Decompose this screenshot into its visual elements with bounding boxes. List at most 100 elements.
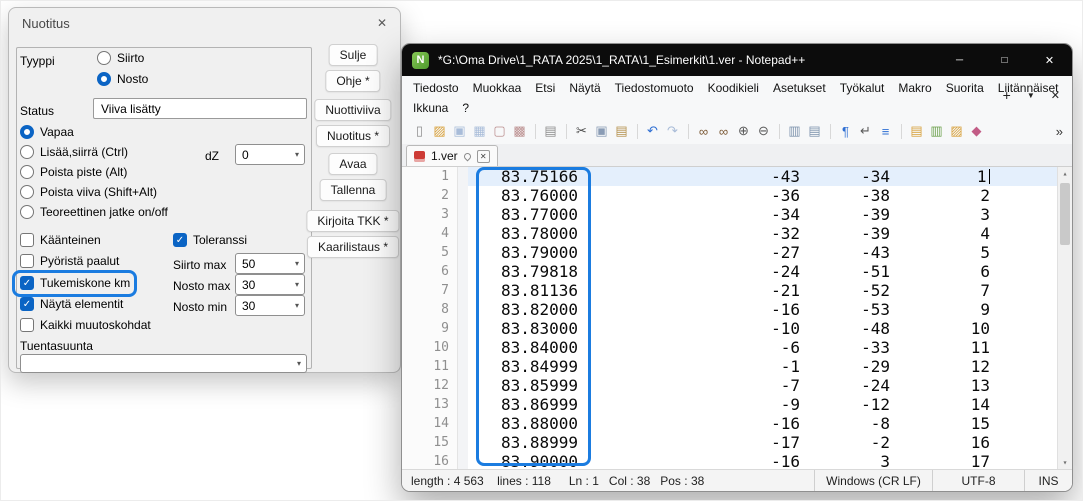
editor-line[interactable]: 83.79000-27-435 <box>468 243 1057 262</box>
editor-line[interactable]: 83.90000-16317 <box>468 452 1057 469</box>
ohje-button[interactable]: Ohje * <box>325 70 380 92</box>
editor-line[interactable]: 83.78000-32-394 <box>468 224 1057 243</box>
menu-item-suorita[interactable]: Suorita <box>939 81 991 95</box>
menu-item-etsi[interactable]: Etsi <box>528 81 562 95</box>
editor-line[interactable]: 83.84999-1-2912 <box>468 357 1057 376</box>
editor-text-area[interactable]: 83.75166-43-34183.76000-36-38283.77000-3… <box>468 167 1057 469</box>
menu-item-tiedostomuoto[interactable]: Tiedostomuoto <box>608 81 701 95</box>
kirjoita-tkk-button[interactable]: Kirjoita TKK * <box>306 210 399 232</box>
status-insert-mode[interactable]: INS <box>1024 470 1072 491</box>
status-encoding[interactable]: UTF-8 <box>932 470 1024 491</box>
menu-item-työkalut[interactable]: Työkalut <box>833 81 892 95</box>
checkbox-kaanteinen[interactable]: Käänteinen <box>20 233 101 247</box>
plugin-icon[interactable]: ◆ <box>967 122 986 141</box>
editor-line[interactable]: 83.77000-34-393 <box>468 205 1057 224</box>
open-folder-icon[interactable]: ▨ <box>430 122 449 141</box>
radio-vapaa[interactable]: Vapaa <box>20 125 74 139</box>
folder-workspace-icon[interactable]: ▨ <box>947 122 966 141</box>
avaa-button[interactable]: Avaa <box>328 153 377 175</box>
menu-item-koodikieli[interactable]: Koodikieli <box>701 81 766 95</box>
save-icon[interactable]: ▣ <box>450 122 469 141</box>
copy-icon[interactable]: ▣ <box>592 122 611 141</box>
menu-item-tiedosto[interactable]: Tiedosto <box>406 81 466 95</box>
indent-guide-icon[interactable]: ≡ <box>876 122 895 141</box>
maximize-icon[interactable]: □ <box>982 44 1027 76</box>
checkbox-pyorista-paalut[interactable]: Pyöristä paalut <box>20 254 119 268</box>
status-input[interactable]: Viiva lisätty <box>93 98 307 119</box>
close-icon[interactable]: ✕ <box>1027 44 1072 76</box>
editor-line[interactable]: 83.88000-16-815 <box>468 414 1057 433</box>
editor-line[interactable]: 83.81136-21-527 <box>468 281 1057 300</box>
radio-teoreettinen-jatke[interactable]: Teoreettinen jatke on/off <box>20 205 168 219</box>
checkbox-nayta-elementit[interactable]: ✓ Näytä elementit <box>20 297 123 311</box>
doc-map-icon[interactable]: ▤ <box>907 122 926 141</box>
menu-item-makro[interactable]: Makro <box>891 81 938 95</box>
checkbox-kaikki-muutoskohdat[interactable]: Kaikki muutoskohdat <box>20 318 151 332</box>
toolbar-overflow-icon[interactable]: » <box>1056 124 1063 139</box>
editor[interactable]: 12345678910111213141516 83.75166-43-3418… <box>402 167 1072 469</box>
plus-icon[interactable]: + <box>1003 87 1011 103</box>
radio-lisaa-siirra[interactable]: Lisää,siirrä (Ctrl) <box>20 145 128 159</box>
radio-siirto[interactable]: Siirto <box>97 51 144 65</box>
editor-line[interactable]: 83.75166-43-341 <box>468 167 1057 186</box>
editor-line[interactable]: 83.85999-7-2413 <box>468 376 1057 395</box>
close-all-icon[interactable]: ▩ <box>510 122 529 141</box>
dialog-titlebar[interactable]: Nuotitus ✕ <box>9 8 400 38</box>
menu-item-näytä[interactable]: Näytä <box>562 81 607 95</box>
save-all-icon[interactable]: ▦ <box>470 122 489 141</box>
checkbox-toleranssi[interactable]: ✓ Toleranssi <box>173 233 247 247</box>
tab-close-icon[interactable]: ✕ <box>477 150 490 163</box>
scroll-up-icon[interactable]: ▴ <box>1063 169 1068 178</box>
minimize-icon[interactable]: ─ <box>937 44 982 76</box>
cut-icon[interactable]: ✂ <box>572 122 591 141</box>
new-file-icon[interactable]: ▯ <box>410 122 429 141</box>
window-titlebar[interactable]: N *G:\Oma Drive\1_RATA 2025\1_RATA\1_Esi… <box>402 44 1072 76</box>
editor-line[interactable]: 83.84000-6-3311 <box>468 338 1057 357</box>
nuotitus-button[interactable]: Nuotitus * <box>316 125 390 147</box>
dialog-close-icon[interactable]: ✕ <box>377 16 387 30</box>
nosto-max-combobox[interactable]: 30 ▾ <box>235 274 305 295</box>
tuentasuunta-combobox[interactable]: ▾ <box>20 354 307 373</box>
tab-1ver[interactable]: 1.ver ✕ <box>406 145 498 166</box>
zoom-out-icon[interactable]: ⊖ <box>754 122 773 141</box>
sync-horizontal-icon[interactable]: ▤ <box>805 122 824 141</box>
sync-vertical-icon[interactable]: ▥ <box>785 122 804 141</box>
show-all-characters-icon[interactable]: ¶ <box>836 122 855 141</box>
radio-nosto[interactable]: Nosto <box>97 72 148 86</box>
replace-icon[interactable]: ∞ <box>714 122 733 141</box>
paste-icon[interactable]: ▤ <box>612 122 631 141</box>
print-icon[interactable]: ▤ <box>541 122 560 141</box>
close-file-icon[interactable]: ▢ <box>490 122 509 141</box>
radio-poista-viiva[interactable]: Poista viiva (Shift+Alt) <box>20 185 157 199</box>
menu-item-?[interactable]: ? <box>455 101 476 115</box>
siirto-max-combobox[interactable]: 50 ▾ <box>235 253 305 274</box>
function-list-icon[interactable]: ▥ <box>927 122 946 141</box>
scroll-down-icon[interactable]: ▾ <box>1063 458 1068 467</box>
zoom-in-icon[interactable]: ⊕ <box>734 122 753 141</box>
redo-icon[interactable]: ↷ <box>663 122 682 141</box>
editor-line[interactable]: 83.79818-24-516 <box>468 262 1057 281</box>
status-eol-format[interactable]: Windows (CR LF) <box>814 470 932 491</box>
undo-icon[interactable]: ↶ <box>643 122 662 141</box>
menu-item-muokkaa[interactable]: Muokkaa <box>466 81 529 95</box>
kaarilistaus-button[interactable]: Kaarilistaus * <box>307 236 399 258</box>
editor-line[interactable]: 83.83000-10-4810 <box>468 319 1057 338</box>
radio-poista-piste[interactable]: Poista piste (Alt) <box>20 165 127 179</box>
chevron-down-icon[interactable]: ▼ <box>1027 91 1035 100</box>
nosto-min-combobox[interactable]: 30 ▾ <box>235 295 305 316</box>
vertical-scrollbar[interactable]: ▴ ▾ <box>1057 167 1072 469</box>
checkbox-tukemiskone-km[interactable]: ✓ Tukemiskone km <box>20 276 130 290</box>
menu-item-ikkuna[interactable]: Ikkuna <box>406 101 455 115</box>
dz-combobox[interactable]: 0 ▾ <box>235 144 305 165</box>
editor-line[interactable]: 83.86999-9-1214 <box>468 395 1057 414</box>
word-wrap-icon[interactable]: ↵ <box>856 122 875 141</box>
menu-item-asetukset[interactable]: Asetukset <box>766 81 833 95</box>
editor-line[interactable]: 83.88999-17-216 <box>468 433 1057 452</box>
find-icon[interactable]: ∞ <box>694 122 713 141</box>
scrollbar-thumb[interactable] <box>1060 183 1070 245</box>
editor-line[interactable]: 83.82000-16-539 <box>468 300 1057 319</box>
tallenna-button[interactable]: Tallenna <box>320 179 387 201</box>
pin-icon[interactable] <box>462 151 472 161</box>
close-icon[interactable]: ✕ <box>1051 89 1060 102</box>
editor-line[interactable]: 83.76000-36-382 <box>468 186 1057 205</box>
